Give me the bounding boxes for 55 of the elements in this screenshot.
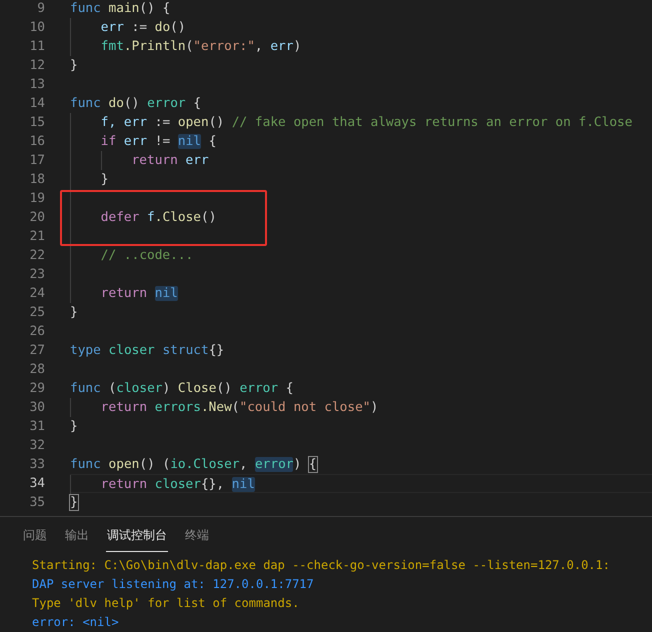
code-line: } [70, 494, 78, 512]
code-line: func main() { [70, 0, 170, 18]
console-line: DAP server listening at: 127.0.0.1:7717 [32, 576, 314, 593]
code-line: } [70, 57, 78, 75]
line-number: 13 [28, 76, 45, 94]
line-number: 29 [28, 380, 45, 398]
line-number: 9 [36, 0, 45, 18]
code-line: f, err := open() // fake open that always returns an error on f.Close [100, 114, 632, 132]
line-number: 35 [28, 494, 45, 512]
code-line: } [100, 171, 109, 189]
code-line: return errors.New("could not close") [100, 399, 378, 417]
code-line: return err [132, 152, 209, 170]
code-line: func open() (io.Closer, error) { [70, 456, 317, 474]
line-number: 32 [28, 437, 45, 455]
line-number: 25 [28, 304, 45, 322]
panel-tab[interactable]: 问题 [22, 526, 48, 552]
code-line: type closer struct{} [70, 342, 224, 360]
line-number: 19 [28, 190, 45, 208]
line-number: 14 [28, 95, 45, 113]
line-number: 18 [28, 171, 45, 189]
code-line: } [70, 304, 78, 322]
console-line: error: <nil> [32, 614, 119, 631]
panel-tab[interactable]: 输出 [64, 526, 90, 552]
line-number: 11 [28, 38, 45, 56]
line-number: 10 [28, 19, 45, 37]
line-number: 28 [28, 361, 45, 379]
line-number: 12 [28, 57, 45, 75]
code-line: func do() error { [70, 95, 202, 113]
code-line: defer f.Close() [100, 209, 216, 227]
line-number: 17 [28, 152, 45, 170]
line-number: 26 [28, 323, 45, 341]
line-number: 21 [28, 228, 45, 246]
code-line: // ..code... [100, 247, 194, 265]
code-line: err := do() [100, 19, 186, 37]
code-line: return closer{}, nil [100, 476, 255, 492]
line-number: 22 [28, 247, 45, 265]
panel-tab[interactable]: 调试控制台 [106, 526, 168, 552]
line-number: 23 [28, 266, 45, 284]
code-line: func (closer) Close() error { [70, 380, 294, 398]
code-line: if err != nil { [100, 133, 216, 151]
line-number: 27 [28, 342, 45, 360]
code-line: } [70, 418, 78, 436]
code-line: fmt.Println("error:", err) [100, 38, 302, 56]
code-line: return nil [100, 285, 178, 303]
line-number: 15 [28, 114, 45, 132]
console-line: Type 'dlv help' for list of commands. [32, 595, 300, 612]
console-line: Starting: C:\Go\bin\dlv-dap.exe dap --check-go-version=false --listen=127.0.0.1: [32, 557, 610, 574]
line-number: 20 [28, 209, 45, 227]
panel-tab[interactable]: 终端 [184, 526, 210, 552]
line-number: 30 [28, 399, 45, 417]
line-number: 31 [28, 418, 45, 436]
line-number: 33 [28, 456, 45, 474]
line-number: 16 [28, 133, 45, 151]
line-number: 24 [28, 285, 45, 303]
line-number: 34 [28, 475, 45, 493]
